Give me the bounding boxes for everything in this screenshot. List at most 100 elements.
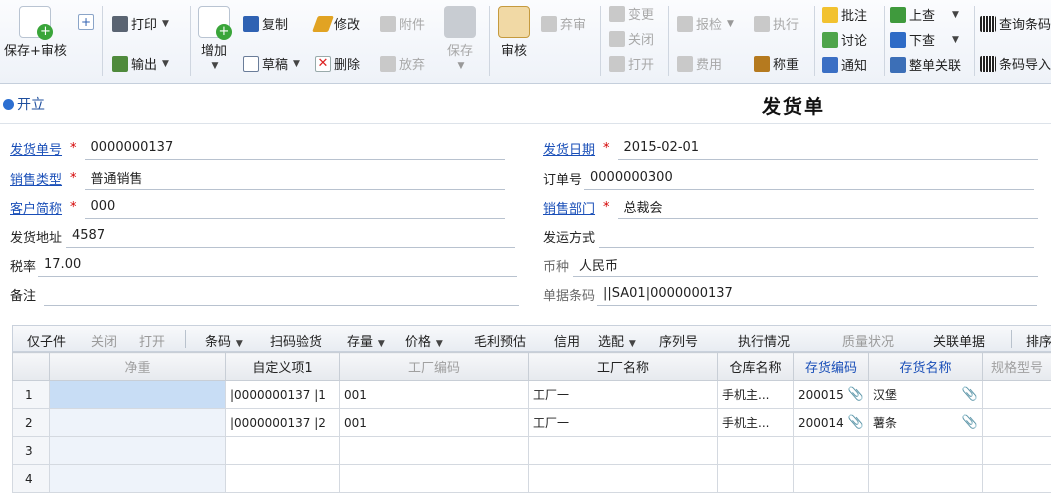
link-all-button[interactable]: 整单关联 — [890, 55, 961, 74]
currency-field[interactable]: 人民币 — [573, 253, 1038, 277]
table-row[interactable]: 4 — [13, 465, 1051, 493]
link-doc-button[interactable]: 关联单据 — [933, 331, 985, 350]
floppy-disk-icon — [444, 6, 476, 38]
pencil-icon — [312, 16, 334, 32]
copy-button[interactable]: 复制 — [243, 14, 288, 33]
customer-row: 客户简称 * 000 — [10, 193, 505, 221]
address-field[interactable]: 4587 — [66, 224, 515, 248]
col-custom1[interactable]: 自定义项1 — [226, 353, 340, 381]
print-button[interactable]: 打印▼ — [112, 14, 169, 33]
order-field[interactable]: 0000000300 — [584, 166, 1034, 190]
col-spec[interactable]: 规格型号 — [983, 353, 1051, 381]
header-form: 发货单号 * 0000000137 销售类型 * 普通销售 客户简称 * 000… — [0, 124, 1051, 324]
col-factory-name[interactable]: 工厂名称 — [529, 353, 718, 381]
scan-check-button[interactable]: 扫码验货 — [270, 331, 322, 350]
dept-row: 销售部门 * 总裁会 — [543, 193, 1038, 221]
execute-button[interactable]: 执行 — [754, 14, 799, 33]
barcode-button[interactable]: 条码 ▼ — [205, 331, 243, 350]
fee-button[interactable]: 费用 — [677, 54, 722, 73]
note-field[interactable] — [44, 282, 519, 306]
abandon-audit-button[interactable]: 弃审 — [541, 14, 586, 33]
order-row: 订单号 0000000300 — [543, 164, 1034, 192]
col-net-weight[interactable]: 净重 — [50, 353, 226, 381]
stock-button[interactable]: 存量 ▼ — [347, 331, 385, 350]
table-row[interactable]: 2 |0000000137 |2 001 工厂一 手机主... 200014📎 … — [13, 409, 1051, 437]
open-button[interactable]: 打开 — [609, 54, 654, 73]
open-row-button[interactable]: 打开 — [139, 331, 165, 350]
price-button[interactable]: 价格 ▼ — [405, 331, 443, 350]
modify-button[interactable]: 修改 — [315, 14, 360, 33]
table-row[interactable]: 3 — [13, 437, 1051, 465]
tax-row: 税率 17.00 — [10, 251, 517, 279]
query-up-button[interactable]: 上查▼ — [890, 5, 959, 24]
clipboard-pencil-icon — [498, 6, 530, 38]
change-icon — [609, 6, 625, 22]
paperclip-icon[interactable]: 📎 — [962, 415, 978, 430]
doc-no-field[interactable]: 0000000137 — [85, 136, 505, 160]
table-row[interactable]: 1 |0000000137 |1 001 工厂一 手机主... 200015📎 … — [13, 381, 1051, 409]
delete-button[interactable]: ✕ 删除 — [315, 54, 360, 73]
inspect-button[interactable]: 报检▼ — [677, 14, 734, 33]
link-icon — [890, 57, 906, 73]
weigh-button[interactable]: 称重 — [754, 54, 799, 73]
col-factory-code[interactable]: 工厂编码 — [340, 353, 529, 381]
dept-field[interactable]: 总裁会 — [618, 195, 1038, 219]
discard-button[interactable]: 放弃 — [380, 54, 425, 73]
date-row: 发货日期 * 2015-02-01 — [543, 134, 1038, 162]
annotate-button[interactable]: 批注 — [822, 5, 867, 24]
note-row: 备注 — [10, 280, 519, 308]
col-inventory-name[interactable]: 存货名称 — [869, 353, 983, 381]
barcode-row: 单据条码 ||SA01|0000000137 — [543, 280, 1037, 308]
doc-no-row: 发货单号 * 0000000137 — [10, 134, 505, 162]
discuss-button[interactable]: 讨论 — [822, 30, 867, 49]
tax-field[interactable]: 17.00 — [38, 253, 517, 277]
date-field[interactable]: 2015-02-01 — [618, 136, 1038, 160]
open-doc-icon — [609, 56, 625, 72]
close-row-button[interactable]: 关闭 — [91, 331, 117, 350]
paperclip-icon[interactable]: 📎 — [848, 415, 864, 430]
draft-button[interactable]: 草稿▼ — [243, 54, 300, 73]
attach-button[interactable]: 附件 — [380, 14, 425, 33]
paperclip-icon[interactable]: 📎 — [962, 387, 978, 402]
paperclip-icon — [380, 16, 396, 32]
child-only-button[interactable]: 仅子件 — [27, 331, 66, 350]
profit-estimate-button[interactable]: 毛利预估 — [474, 331, 526, 350]
quality-status-button[interactable]: 质量状况 — [842, 331, 894, 350]
barcode-icon — [980, 56, 996, 72]
save-audit-icon: + — [19, 6, 51, 38]
output-button[interactable]: 输出▼ — [112, 54, 169, 73]
col-inventory-code[interactable]: 存货编码 — [794, 353, 869, 381]
barcode-import-button[interactable]: 条码导入 — [980, 54, 1051, 73]
query-down-button[interactable]: 下查▼ — [890, 30, 959, 49]
copy-icon — [243, 16, 259, 32]
sale-type-field[interactable]: 普通销售 — [85, 166, 505, 190]
change-button[interactable]: 变更 — [609, 4, 654, 23]
sort-button[interactable]: 排序 — [1026, 331, 1051, 350]
megaphone-icon — [822, 57, 838, 73]
printer-icon — [112, 16, 128, 32]
save-button[interactable]: 保存 ▼ — [444, 6, 476, 71]
currency-row: 币种 人民币 — [543, 251, 1038, 279]
sale-type-row: 销售类型 * 普通销售 — [10, 164, 505, 192]
address-row: 发货地址 4587 — [10, 222, 515, 250]
customer-field[interactable]: 000 — [85, 195, 505, 219]
ship-method-field[interactable] — [599, 224, 1034, 248]
arrow-down-icon — [890, 32, 906, 48]
inspect-icon — [677, 16, 693, 32]
col-warehouse[interactable]: 仓库名称 — [718, 353, 794, 381]
audit-button[interactable]: 审核 — [498, 6, 530, 59]
annotate-icon — [822, 7, 838, 23]
expand-button[interactable]: + — [78, 14, 94, 30]
ship-method-row: 发运方式 — [543, 222, 1034, 250]
barcode-query-button[interactable]: 查询条码 — [980, 14, 1051, 33]
add-button[interactable]: + 增加 ▼ — [198, 6, 230, 71]
serial-button[interactable]: 序列号 — [659, 331, 698, 350]
exec-status-button[interactable]: 执行情况 — [738, 331, 790, 350]
select-config-button[interactable]: 选配 ▼ — [598, 331, 636, 350]
close-button[interactable]: 关闭 — [609, 29, 654, 48]
credit-button[interactable]: 信用 — [554, 331, 580, 350]
save-audit-button[interactable]: + 保存+审核 — [4, 6, 67, 59]
notify-button[interactable]: 通知 — [822, 55, 867, 74]
barcode-field[interactable]: ||SA01|0000000137 — [597, 282, 1037, 306]
paperclip-icon[interactable]: 📎 — [848, 387, 864, 402]
